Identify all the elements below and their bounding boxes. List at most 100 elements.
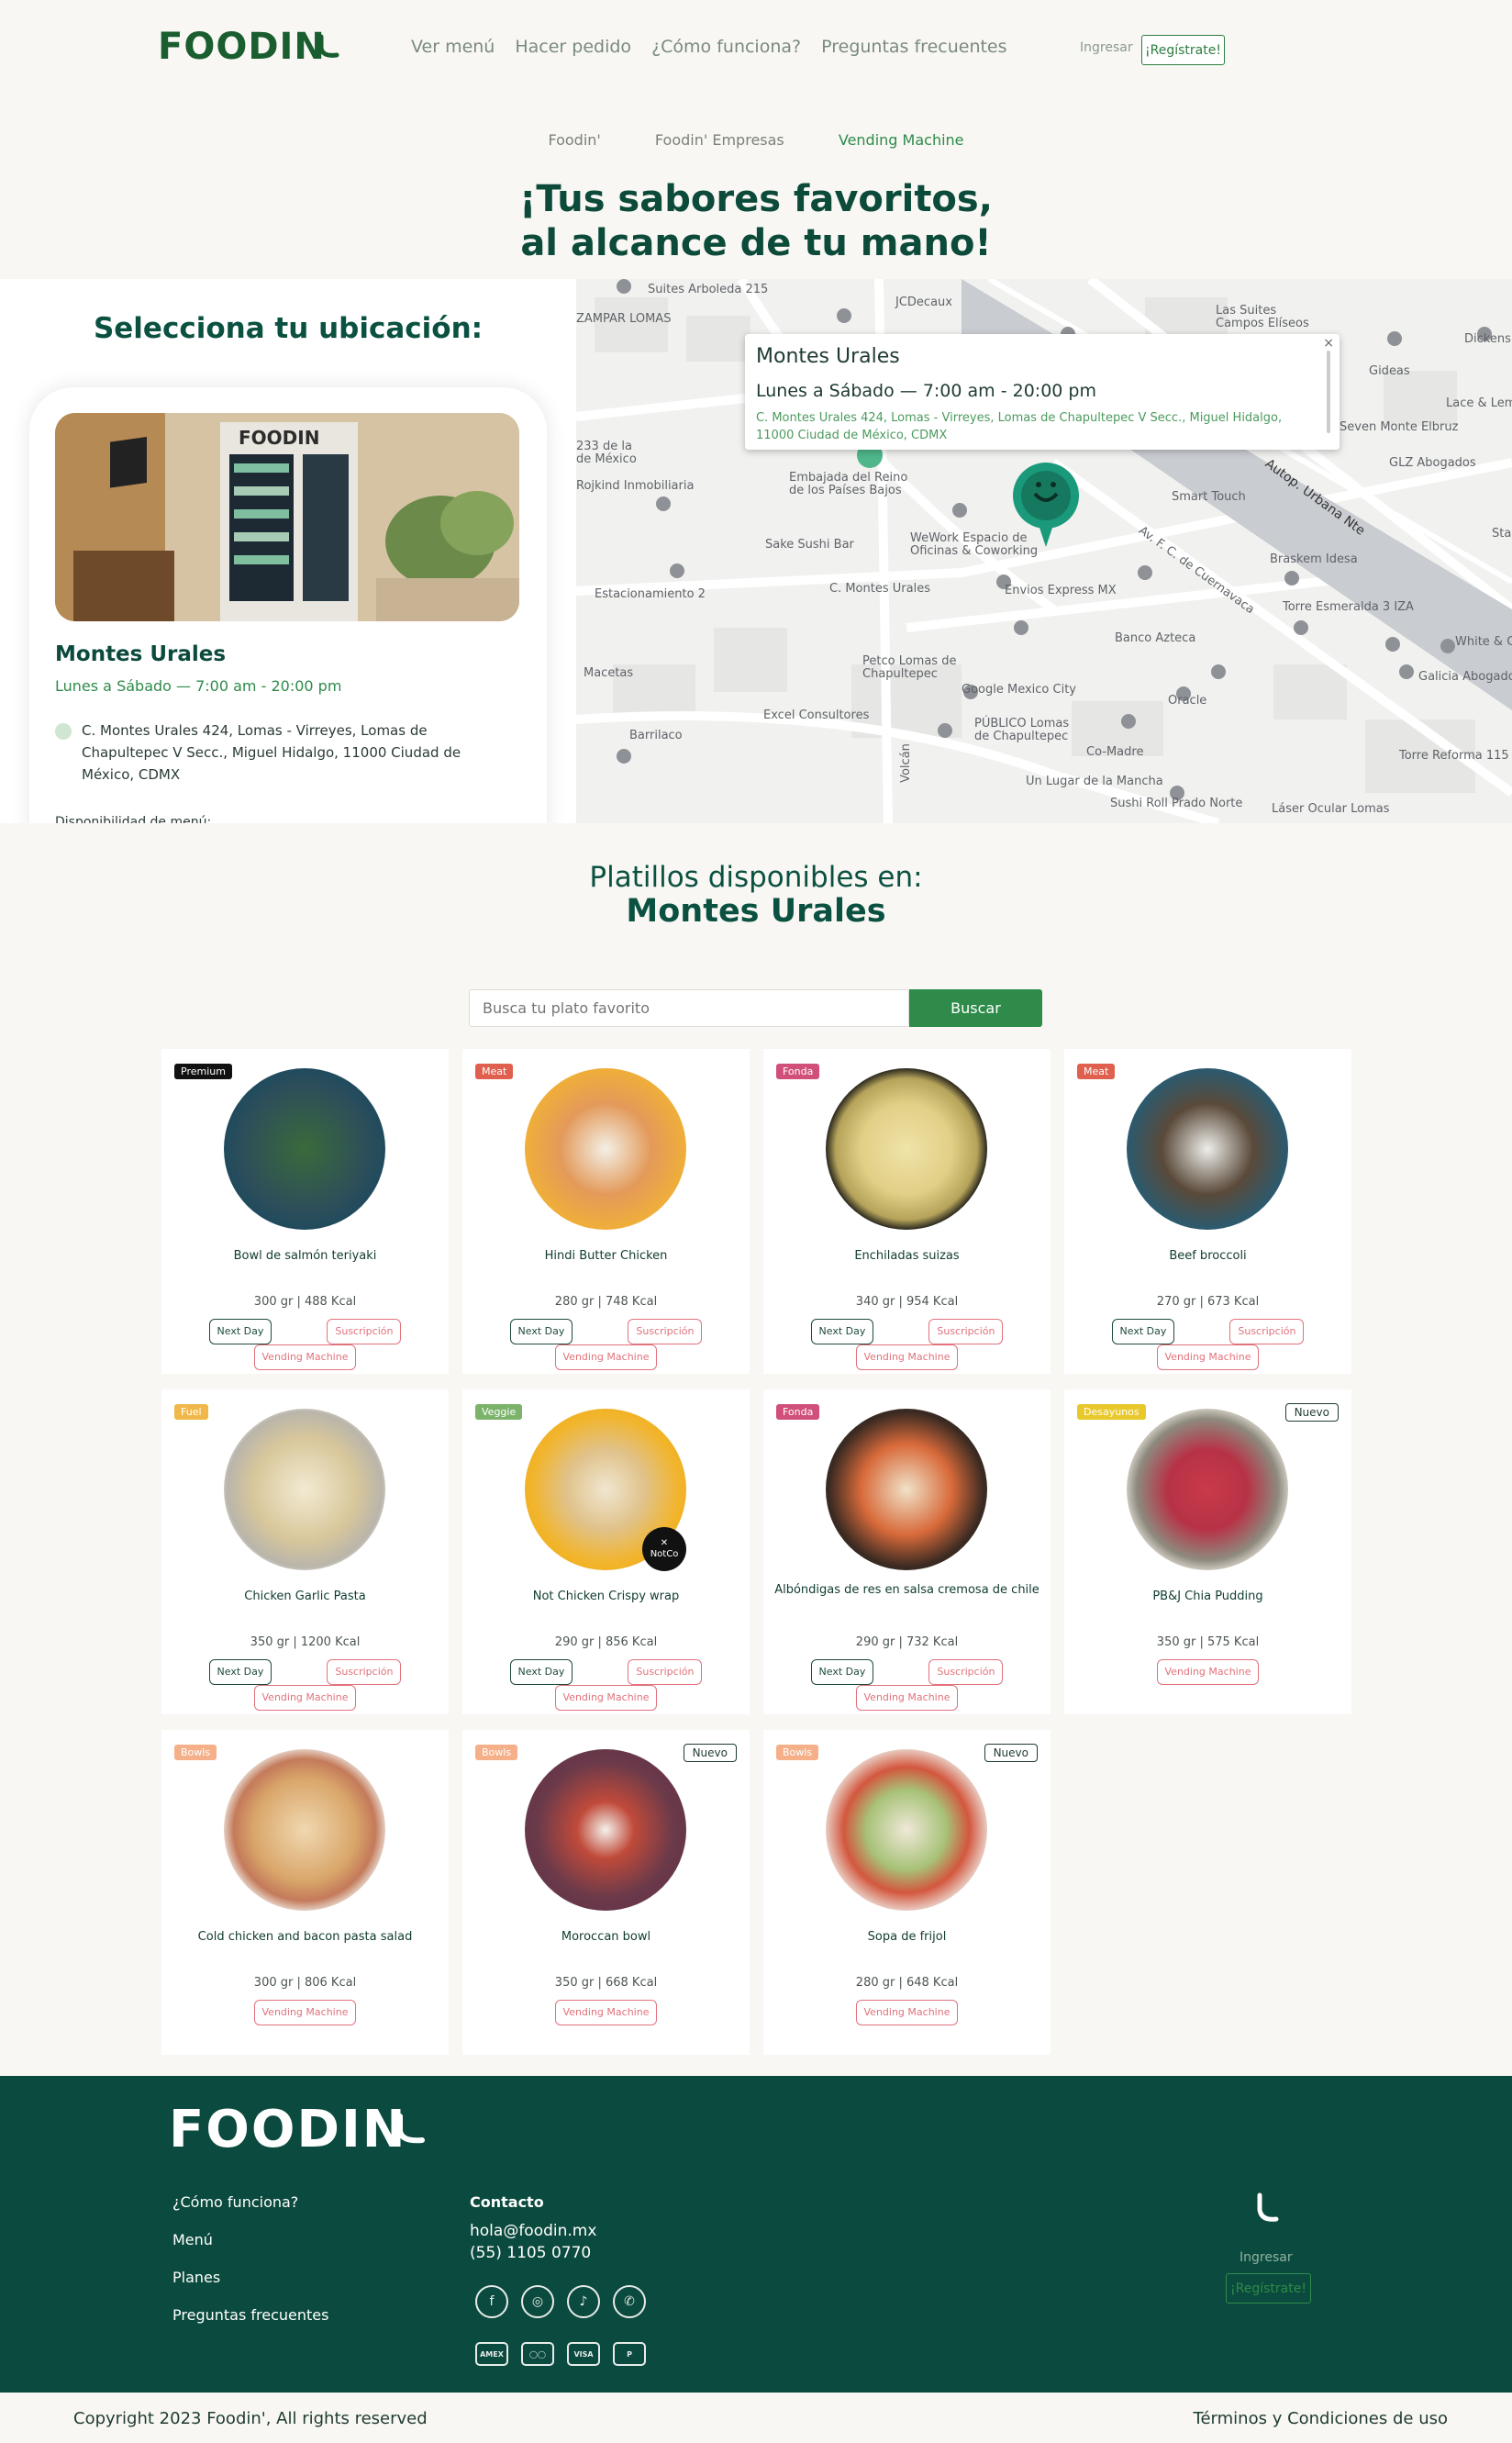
dishes-heading-line-1: Platillos disponibles en: — [589, 861, 923, 894]
instagram-icon[interactable]: ◎ — [521, 2285, 554, 2318]
dish-tags: Next Day Suscripción Vending Machine — [763, 1319, 1051, 1370]
dish-card[interactable]: Fonda Enchiladas suizas 340 gr | 954 Kca… — [763, 1049, 1051, 1374]
dish-card[interactable]: Bowls Nuevo Sopa de frijol 280 gr | 648 … — [763, 1730, 1051, 2055]
new-badge: Nuevo — [984, 1744, 1038, 1762]
sub-nav: Foodin' Foodin' Empresas Vending Machine — [0, 131, 1512, 149]
map-label: Volcán — [898, 743, 913, 783]
popup-address: C. Montes Urales 424, Lomas - Virreyes, … — [756, 411, 1283, 442]
category-badge: Veggie — [475, 1404, 523, 1420]
amex-icon: AMEX — [475, 2342, 508, 2366]
location-map[interactable]: Suites Arboleda 215 JCDecaux Las Suites … — [576, 279, 1512, 823]
tag-subscription: Suscripción — [327, 1319, 402, 1344]
tag-subscription: Suscripción — [1229, 1319, 1305, 1344]
nav-preguntas-frecuentes[interactable]: Preguntas frecuentes — [821, 37, 1006, 57]
notco-label: NotCo — [650, 1549, 679, 1559]
register-button[interactable]: ¡Regístrate! — [1141, 35, 1225, 65]
map-label: 233 de la de México — [576, 440, 637, 466]
dish-card[interactable]: Premium Bowl de salmón teriyaki 300 gr |… — [161, 1049, 449, 1374]
contact-email[interactable]: hola@foodin.mx — [470, 2220, 596, 2242]
category-badge: Fuel — [174, 1404, 208, 1420]
footer-link-preguntas[interactable]: Preguntas frecuentes — [172, 2306, 328, 2324]
tag-next-day: Next Day — [1111, 1319, 1175, 1344]
dish-tags: Next Day Suscripción Vending Machine — [462, 1319, 750, 1370]
dish-info: 300 gr | 488 Kcal — [253, 1295, 357, 1309]
foodin-logo[interactable]: FOODIN — [158, 26, 326, 68]
paypal-icon: P — [613, 2342, 646, 2366]
popup-scrollbar[interactable] — [1327, 351, 1330, 433]
dish-card[interactable]: Desayunos Nuevo PB&J Chia Pudding 350 gr… — [1064, 1389, 1351, 1714]
tag-next-day: Next Day — [208, 1319, 272, 1344]
facebook-icon[interactable]: f — [475, 2285, 508, 2318]
map-label: Las Suites Campos Elíseos — [1216, 304, 1309, 330]
subnav-vending-machine[interactable]: Vending Machine — [839, 131, 964, 149]
logo-smile-icon — [318, 34, 339, 58]
dish-card[interactable]: Bowls Nuevo Moroccan bowl 350 gr | 668 K… — [462, 1730, 750, 2055]
search-input[interactable] — [470, 990, 908, 1026]
category-badge: Meat — [475, 1064, 514, 1079]
mastercard-icon: ◯◯ — [521, 2342, 554, 2366]
terms-link[interactable]: Términos y Condiciones de uso — [1194, 2409, 1448, 2428]
login-link[interactable]: Ingresar — [1080, 40, 1133, 55]
tag-next-day: Next Day — [509, 1659, 573, 1685]
dish-image — [525, 1749, 686, 1911]
subnav-foodin-empresas[interactable]: Foodin' Empresas — [655, 131, 784, 149]
dish-card[interactable]: Veggie ✕ NotCo Not Chicken Crispy wrap 29… — [462, 1389, 750, 1714]
hero-title: ¡Tus sabores favoritos, al alcance de tu… — [0, 177, 1512, 265]
dish-name: Cold chicken and bacon pasta salad — [197, 1930, 413, 1944]
location-hours: Lunes a Sábado — 7:00 am - 20:00 pm — [55, 677, 342, 695]
contact-heading: Contacto — [470, 2193, 544, 2211]
dish-tags: Vending Machine — [462, 2000, 750, 2025]
dish-card[interactable]: Fuel Chicken Garlic Pasta 350 gr | 1200 … — [161, 1389, 449, 1714]
footer-register-button[interactable]: ¡Regístrate! — [1226, 2273, 1311, 2304]
footer-smile-icon — [1257, 2192, 1279, 2222]
search-button[interactable]: Buscar — [909, 989, 1042, 1027]
location-address: C. Montes Urales 424, Lomas - Virreyes, … — [82, 722, 461, 783]
map-label: Estacionamiento 2 — [595, 587, 706, 601]
dish-image — [1127, 1409, 1288, 1570]
tag-vending-machine: Vending Machine — [855, 1344, 959, 1370]
popup-hours: Lunes a Sábado — 7:00 am - 20:00 pm — [756, 381, 1096, 401]
footer-link-planes[interactable]: Planes — [172, 2269, 328, 2286]
dish-image — [826, 1749, 987, 1911]
copyright-text: Copyright 2023 Foodin', All rights reser… — [73, 2409, 428, 2428]
location-pin-icon — [55, 723, 72, 740]
nav-ver-menu[interactable]: Ver menú — [411, 37, 495, 57]
tag-subscription: Suscripción — [628, 1659, 703, 1685]
page: { "header": { "logo": "FOODIN", "nav": [… — [0, 0, 1512, 2443]
dish-name: Not Chicken Crispy wrap — [532, 1590, 680, 1603]
map-label: Barrilaco — [629, 729, 683, 742]
dish-image — [1127, 1068, 1288, 1230]
location-card[interactable]: FOODIN Montes Urales Lunes a Sábado — 7:… — [29, 387, 547, 823]
search-box — [469, 989, 909, 1027]
tag-vending-machine: Vending Machine — [253, 2000, 357, 2025]
dish-info: 290 gr | 732 Kcal — [855, 1635, 959, 1649]
nav-como-funciona[interactable]: ¿Cómo funciona? — [651, 37, 801, 57]
contact-phone[interactable]: (55) 1105 0770 — [470, 2242, 596, 2264]
popup-title: Montes Urales — [756, 345, 900, 368]
dish-tags: Next Day Suscripción Vending Machine — [462, 1659, 750, 1711]
tag-subscription: Suscripción — [928, 1659, 1004, 1685]
dish-name: Moroccan bowl — [561, 1930, 651, 1944]
map-label: PÚBLICO Lomas de Chapultepec — [974, 717, 1070, 743]
dish-card[interactable]: Meat Hindi Butter Chicken 280 gr | 748 K… — [462, 1049, 750, 1374]
subnav-foodin[interactable]: Foodin' — [548, 131, 600, 149]
tiktok-icon[interactable]: ♪ — [567, 2285, 600, 2318]
footer-link-menu[interactable]: Menú — [172, 2231, 328, 2248]
hero-line-2: al alcance de tu mano! — [520, 222, 992, 264]
dish-image — [826, 1068, 987, 1230]
dish-card[interactable]: Meat Beef broccoli 270 gr | 673 Kcal Nex… — [1064, 1049, 1351, 1374]
dish-card[interactable]: Fonda Albóndigas de res en salsa cremosa… — [763, 1389, 1051, 1714]
whatsapp-icon[interactable]: ✆ — [613, 2285, 646, 2318]
tag-vending-machine: Vending Machine — [554, 1685, 658, 1711]
map-label: Gideas — [1369, 364, 1410, 378]
footer-link-como-funciona[interactable]: ¿Cómo funciona? — [172, 2193, 328, 2211]
location-heading: Selecciona tu ubicación: — [93, 312, 484, 345]
dish-card[interactable]: Bowls Cold chicken and bacon pasta salad… — [161, 1730, 449, 2055]
nav-hacer-pedido[interactable]: Hacer pedido — [515, 37, 631, 57]
footer-login-link[interactable]: Ingresar — [1240, 2250, 1293, 2265]
close-icon[interactable]: × — [1323, 336, 1334, 351]
footer-logo[interactable]: FOODIN — [169, 2100, 407, 2159]
map-label: WeWork Espacio de Oficinas & Coworking — [910, 531, 1039, 558]
map-label: Excel Consultores — [763, 708, 870, 722]
hero-line-1: ¡Tus sabores favoritos, — [519, 178, 993, 220]
